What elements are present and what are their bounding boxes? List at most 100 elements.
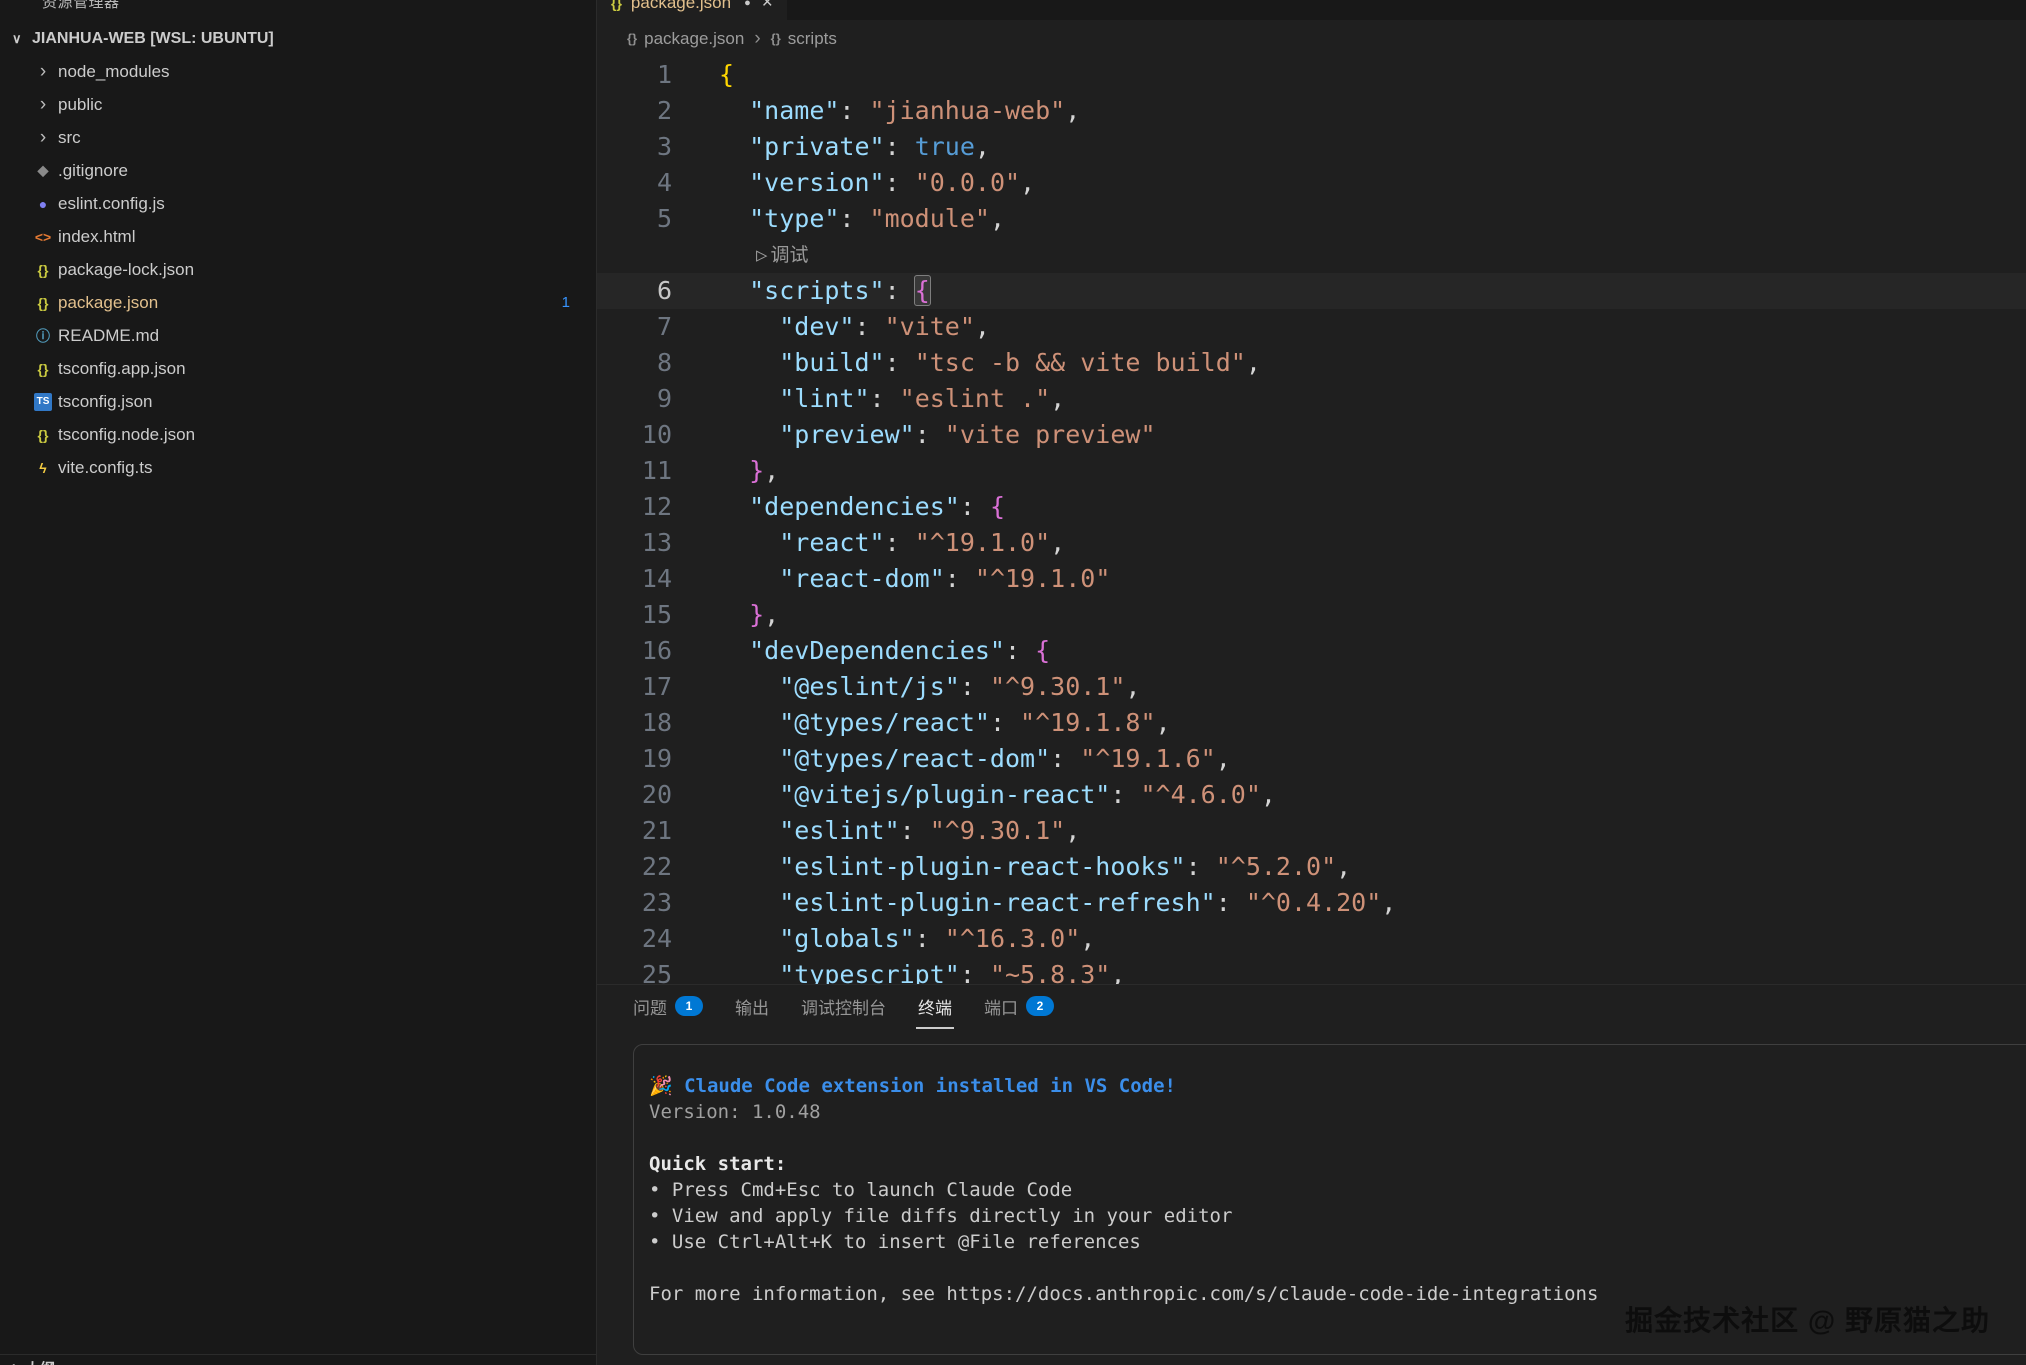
explorer-sidebar: 资源管理器 ∨ JIANHUA-WEB [WSL: UBUNTU] ›node_… (0, 0, 597, 1365)
tree-item-label: README.md (58, 326, 159, 346)
code-line-1[interactable]: 1{ (597, 57, 2026, 93)
terminal-line: Version: 1.0.48 (649, 1099, 2010, 1125)
terminal-line: • Use Ctrl+Alt+K to insert @File referen… (649, 1229, 2010, 1255)
code-line-6[interactable]: 6 "scripts": { (597, 273, 2026, 309)
line-number: 4 (597, 165, 672, 201)
tree-file-vite.config.ts[interactable]: ϟvite.config.ts (0, 451, 596, 484)
tree-item-label: tsconfig.json (58, 392, 153, 412)
panel-tab-debug-console[interactable]: 调试控制台 (799, 985, 888, 1029)
file-tree: ›node_modules›public›src◆.gitignore●esli… (0, 55, 596, 484)
chevron-down-icon: ∨ (12, 31, 30, 47)
code-line-16[interactable]: 16 "devDependencies": { (597, 633, 2026, 669)
tree-file-tsconfig.json[interactable]: TS tsconfig.json (0, 385, 596, 418)
ts-square-icon: TS (34, 393, 52, 411)
line-number: 16 (597, 633, 672, 669)
code-line-15[interactable]: 15 }, (597, 597, 2026, 633)
chevron-right-icon: › (754, 28, 760, 50)
line-number: 13 (597, 525, 672, 561)
code-line-14[interactable]: 14 "react-dom": "^19.1.0" (597, 561, 2026, 597)
tree-item-label: vite.config.ts (58, 458, 153, 478)
codelens-debug[interactable]: ▷调试 (597, 237, 2026, 273)
tree-item-label: package-lock.json (58, 260, 194, 280)
info-icon: ⓘ (30, 326, 56, 346)
terminal-line: • Press Cmd+Esc to launch Claude Code (649, 1177, 2010, 1203)
ports-badge: 2 (1026, 996, 1054, 1016)
code-line-5[interactable]: 5 "type": "module", (597, 201, 2026, 237)
code-line-13[interactable]: 13 "react": "^19.1.0", (597, 525, 2026, 561)
code-line-11[interactable]: 11 }, (597, 453, 2026, 489)
code-line-2[interactable]: 2 "name": "jianhua-web", (597, 93, 2026, 129)
code-line-19[interactable]: 19 "@types/react-dom": "^19.1.6", (597, 741, 2026, 777)
code-line-23[interactable]: 23 "eslint-plugin-react-refresh": "^0.4.… (597, 885, 2026, 921)
chevron-right-icon: › (30, 61, 56, 83)
code-line-20[interactable]: 20 "@vitejs/plugin-react": "^4.6.0", (597, 777, 2026, 813)
line-number: 20 (597, 777, 672, 813)
tree-folder-node_modules[interactable]: ›node_modules (0, 55, 596, 88)
line-number: 15 (597, 597, 672, 633)
code-line-17[interactable]: 17 "@eslint/js": "^9.30.1", (597, 669, 2026, 705)
braces-icon: {} (30, 295, 56, 311)
tree-file-tsconfig.node.json[interactable]: {}tsconfig.node.json (0, 418, 596, 451)
tree-file-tsconfig.app.json[interactable]: {}tsconfig.app.json (0, 352, 596, 385)
json-braces-icon: {} (611, 0, 622, 11)
tree-item-label: src (58, 128, 81, 148)
chevron-right-icon: › (12, 1358, 17, 1365)
terminal-line: • View and apply file diffs directly in … (649, 1203, 2010, 1229)
code-editor[interactable]: 1{2 "name": "jianhua-web",3 "private": t… (597, 57, 2026, 984)
line-number: 3 (597, 129, 672, 165)
line-number: 5 (597, 201, 672, 237)
code-lines: 1{2 "name": "jianhua-web",3 "private": t… (597, 57, 2026, 984)
terminal-output: 🎉 Claude Code extension installed in VS … (649, 1073, 2010, 1307)
code-line-7[interactable]: 7 "dev": "vite", (597, 309, 2026, 345)
tree-file-.gitignore[interactable]: ◆.gitignore (0, 154, 596, 187)
line-number: 6 (597, 273, 672, 309)
code-line-3[interactable]: 3 "private": true, (597, 129, 2026, 165)
line-number: 2 (597, 93, 672, 129)
gitignore-icon: ◆ (30, 162, 56, 179)
tree-file-package.json[interactable]: {}package.json1 (0, 286, 596, 319)
tree-file-index.html[interactable]: <>index.html (0, 220, 596, 253)
panel-tab-terminal[interactable]: 终端 (916, 985, 954, 1029)
terminal-line (649, 1125, 2010, 1151)
line-number: 11 (597, 453, 672, 489)
code-line-24[interactable]: 24 "globals": "^16.3.0", (597, 921, 2026, 957)
tree-item-label: package.json (58, 293, 158, 313)
code-line-21[interactable]: 21 "eslint": "^9.30.1", (597, 813, 2026, 849)
terminal-line: Quick start: (649, 1151, 2010, 1177)
panel-tab-problems[interactable]: 问题1 (631, 985, 705, 1029)
tree-file-README.md[interactable]: ⓘREADME.md (0, 319, 596, 352)
tree-folder-public[interactable]: ›public (0, 88, 596, 121)
json-braces-icon: {} (771, 31, 781, 46)
code-line-25[interactable]: 25 "typescript": "~5.8.3", (597, 957, 2026, 984)
close-icon[interactable]: × (762, 0, 773, 14)
code-line-22[interactable]: 22 "eslint-plugin-react-hooks": "^5.2.0"… (597, 849, 2026, 885)
code-line-9[interactable]: 9 "lint": "eslint .", (597, 381, 2026, 417)
panel-tab-output[interactable]: 输出 (733, 985, 771, 1029)
code-line-4[interactable]: 4 "version": "0.0.0", (597, 165, 2026, 201)
line-number: 19 (597, 741, 672, 777)
angle-html-icon: <> (30, 229, 56, 245)
breadcrumb-item-file[interactable]: {} package.json (627, 29, 744, 49)
line-number: 12 (597, 489, 672, 525)
panel-tab-ports[interactable]: 端口 2 (982, 985, 1056, 1029)
code-line-18[interactable]: 18 "@types/react": "^19.1.8", (597, 705, 2026, 741)
tree-item-label: tsconfig.node.json (58, 425, 195, 445)
outline-section[interactable]: › 大纲 (0, 1354, 596, 1365)
workspace-root[interactable]: ∨ JIANHUA-WEB [WSL: UBUNTU] (0, 22, 596, 55)
explorer-title-label: 资源管理器 (42, 0, 120, 12)
line-number: 18 (597, 705, 672, 741)
panel-tab-label: 问题 (633, 994, 667, 1019)
breadcrumb-item-scripts[interactable]: {} scripts (771, 29, 837, 49)
breadcrumb-file-label: package.json (644, 29, 744, 49)
tree-item-label: tsconfig.app.json (58, 359, 186, 379)
code-line-8[interactable]: 8 "build": "tsc -b && vite build", (597, 345, 2026, 381)
watermark: 掘金技术社区 @ 野原猫之助 (1625, 1299, 1990, 1339)
tab-package-json[interactable]: {} package.json ● × (597, 0, 787, 20)
panel-tab-label: 端口 (984, 994, 1018, 1019)
code-line-10[interactable]: 10 "preview": "vite preview" (597, 417, 2026, 453)
outline-label: 大纲 (25, 1358, 55, 1365)
code-line-12[interactable]: 12 "dependencies": { (597, 489, 2026, 525)
tree-file-eslint.config.js[interactable]: ●eslint.config.js (0, 187, 596, 220)
tree-folder-src[interactable]: ›src (0, 121, 596, 154)
tree-file-package-lock.json[interactable]: {}package-lock.json (0, 253, 596, 286)
